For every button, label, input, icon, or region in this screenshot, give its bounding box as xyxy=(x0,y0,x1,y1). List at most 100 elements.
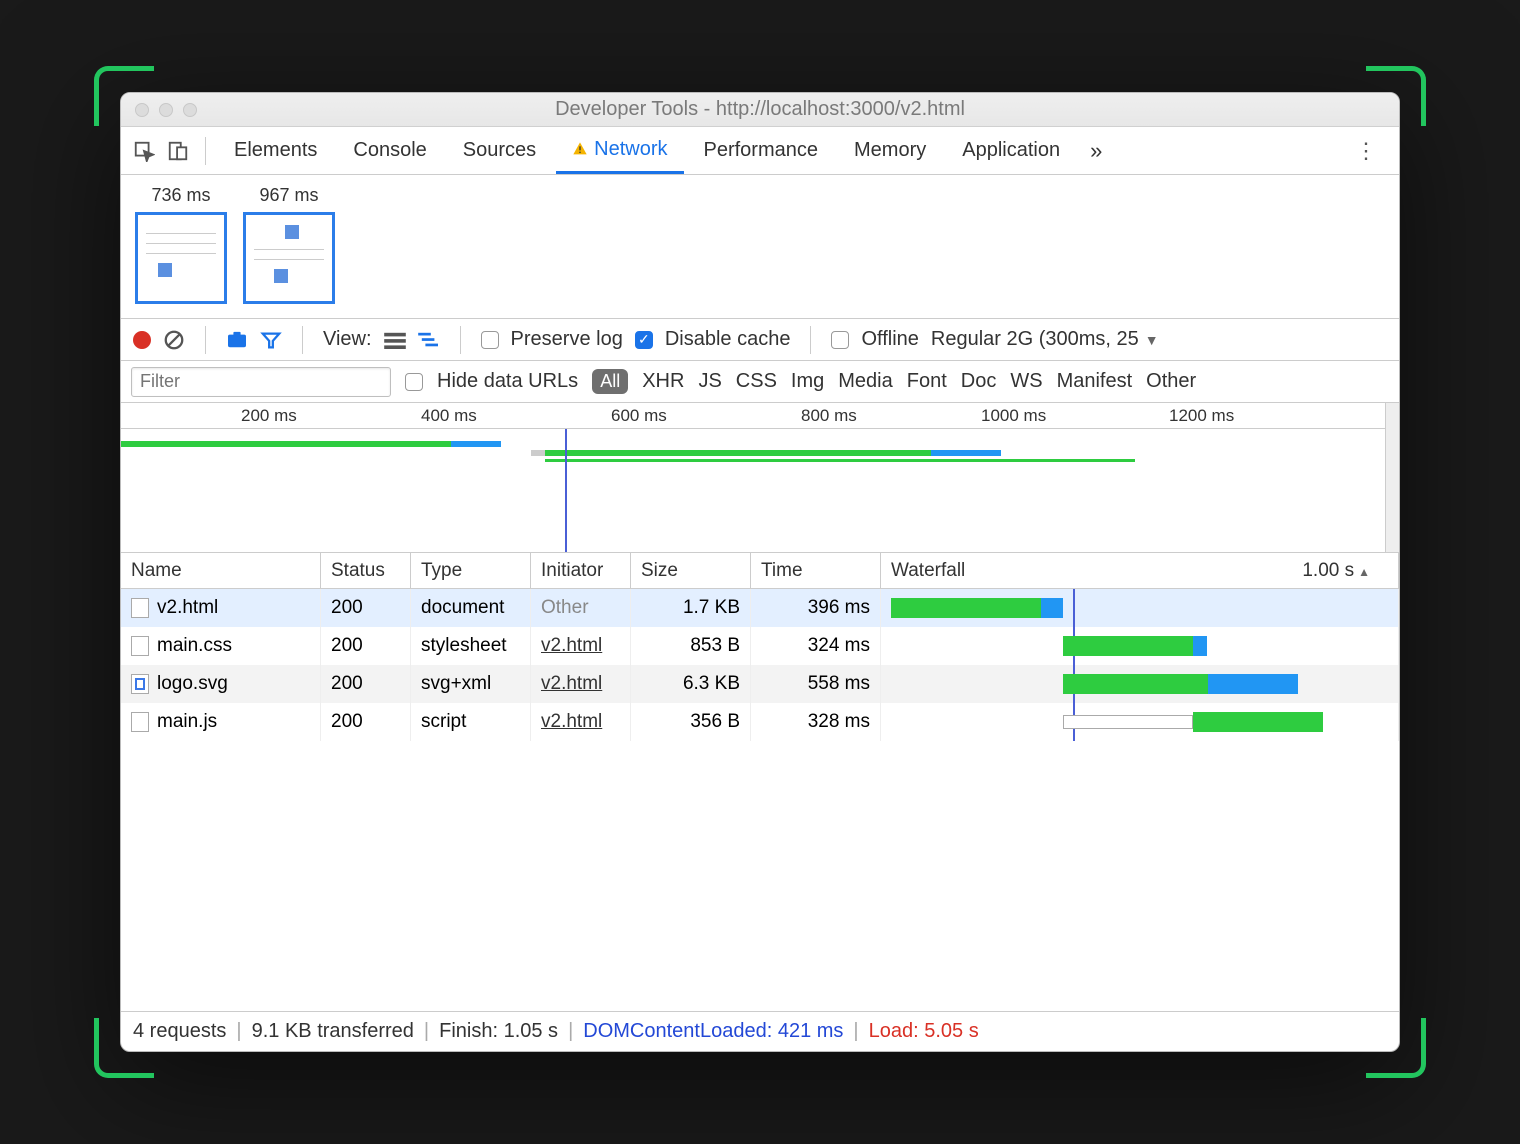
large-rows-icon[interactable] xyxy=(384,329,406,351)
requests-table-header: Name Status Type Initiator Size Time Wat… xyxy=(121,553,1399,589)
filmstrip-frame[interactable]: 967 ms xyxy=(243,185,335,304)
overview-bar xyxy=(545,450,835,456)
overview-timeline[interactable]: 200 ms 400 ms 600 ms 800 ms 1000 ms 1200… xyxy=(121,403,1399,553)
tabs-overflow-button[interactable]: » xyxy=(1080,138,1112,164)
col-time[interactable]: Time xyxy=(751,553,881,588)
table-row[interactable]: v2.html 200 document Other 1.7 KB 396 ms xyxy=(121,589,1399,627)
request-initiator[interactable]: v2.html xyxy=(541,635,602,657)
devtools-menu-button[interactable]: ⋮ xyxy=(1341,138,1391,164)
request-status: 200 xyxy=(331,635,363,657)
device-toolbar-icon[interactable] xyxy=(163,136,193,166)
request-status: 200 xyxy=(331,711,363,733)
waterfall-bar xyxy=(1193,712,1323,732)
request-initiator[interactable]: v2.html xyxy=(541,711,602,733)
col-status[interactable]: Status xyxy=(321,553,411,588)
status-load: Load: 5.05 s xyxy=(869,1020,979,1043)
request-name: main.js xyxy=(157,711,217,733)
tab-network[interactable]: Network xyxy=(556,127,683,174)
request-initiator[interactable]: v2.html xyxy=(541,673,602,695)
col-name[interactable]: Name xyxy=(121,553,321,588)
request-size: 1.7 KB xyxy=(683,597,740,619)
filter-ws[interactable]: WS xyxy=(1010,370,1042,393)
table-row[interactable]: main.css 200 stylesheet v2.html 853 B 32… xyxy=(121,627,1399,665)
filmstrip-frame[interactable]: 736 ms xyxy=(135,185,227,304)
request-type: stylesheet xyxy=(421,635,507,657)
status-bar: 4 requests | 9.1 KB transferred | Finish… xyxy=(121,1011,1399,1051)
request-name: v2.html xyxy=(157,597,218,619)
divider xyxy=(460,326,461,354)
request-time: 328 ms xyxy=(808,711,870,733)
tab-console[interactable]: Console xyxy=(337,127,442,174)
filter-all-pill[interactable]: All xyxy=(592,369,628,394)
throttling-select[interactable]: Regular 2G (300ms, 25 ▼ xyxy=(931,328,1159,351)
frame-thumbnail xyxy=(135,212,227,304)
request-type: document xyxy=(421,597,504,619)
offline-checkbox[interactable] xyxy=(831,331,849,349)
hide-data-urls-checkbox[interactable] xyxy=(405,373,423,391)
ruler-tick: 1200 ms xyxy=(1169,406,1234,426)
col-size[interactable]: Size xyxy=(631,553,751,588)
tab-performance[interactable]: Performance xyxy=(688,127,835,174)
filter-media[interactable]: Media xyxy=(838,370,892,393)
waterfall-bar xyxy=(1063,636,1193,656)
overview-bar xyxy=(931,450,1001,456)
filter-icon[interactable] xyxy=(260,329,282,351)
request-type: script xyxy=(421,711,466,733)
tab-label: Network xyxy=(594,138,667,161)
divider: | xyxy=(424,1020,429,1043)
overview-bar xyxy=(121,441,451,447)
frame-thumbnail xyxy=(243,212,335,304)
col-type[interactable]: Type xyxy=(411,553,531,588)
file-icon xyxy=(131,712,149,732)
filter-img[interactable]: Img xyxy=(791,370,824,393)
disable-cache-label: Disable cache xyxy=(665,328,791,351)
request-size: 356 B xyxy=(690,711,740,733)
waterfall-bar xyxy=(1041,598,1063,618)
tab-memory[interactable]: Memory xyxy=(838,127,942,174)
file-icon xyxy=(131,598,149,618)
request-status: 200 xyxy=(331,673,363,695)
file-icon xyxy=(131,674,149,694)
record-button[interactable] xyxy=(133,331,151,349)
tab-label: Application xyxy=(962,139,1060,162)
devtools-window: Developer Tools - http://localhost:3000/… xyxy=(120,92,1400,1052)
offline-label: Offline xyxy=(861,328,918,351)
ruler-tick: 800 ms xyxy=(801,406,857,426)
waterfall-view-icon[interactable] xyxy=(418,329,440,351)
tab-sources[interactable]: Sources xyxy=(447,127,552,174)
clear-icon[interactable] xyxy=(163,329,185,351)
tab-application[interactable]: Application xyxy=(946,127,1076,174)
request-size: 853 B xyxy=(690,635,740,657)
divider xyxy=(205,326,206,354)
filter-font[interactable]: Font xyxy=(907,370,947,393)
preserve-log-checkbox[interactable] xyxy=(481,331,499,349)
request-time: 558 ms xyxy=(808,673,870,695)
col-initiator[interactable]: Initiator xyxy=(531,553,631,588)
filter-xhr[interactable]: XHR xyxy=(642,370,684,393)
table-row[interactable]: logo.svg 200 svg+xml v2.html 6.3 KB 558 … xyxy=(121,665,1399,703)
waterfall-bar xyxy=(1063,715,1193,729)
filter-other[interactable]: Other xyxy=(1146,370,1196,393)
table-row[interactable]: main.js 200 script v2.html 356 B 328 ms xyxy=(121,703,1399,741)
window-title: Developer Tools - http://localhost:3000/… xyxy=(121,98,1399,121)
preserve-log-label: Preserve log xyxy=(511,328,623,351)
sort-asc-icon: ▲ xyxy=(1358,565,1370,579)
status-finish: Finish: 1.05 s xyxy=(439,1020,558,1043)
filter-input[interactable] xyxy=(131,367,391,397)
capture-screenshots-icon[interactable] xyxy=(226,329,248,351)
disable-cache-checkbox[interactable]: ✓ xyxy=(635,331,653,349)
waterfall-bar xyxy=(1193,636,1207,656)
warning-icon xyxy=(572,141,588,157)
filter-manifest[interactable]: Manifest xyxy=(1057,370,1133,393)
inspect-element-icon[interactable] xyxy=(129,136,159,166)
tab-elements[interactable]: Elements xyxy=(218,127,333,174)
ruler-tick: 200 ms xyxy=(241,406,297,426)
filter-doc[interactable]: Doc xyxy=(961,370,997,393)
frame-time: 736 ms xyxy=(151,185,210,206)
filter-css[interactable]: CSS xyxy=(736,370,777,393)
filter-js[interactable]: JS xyxy=(698,370,721,393)
overview-scrollbar[interactable] xyxy=(1385,403,1399,552)
overview-cursor[interactable] xyxy=(565,429,567,552)
waterfall-bar xyxy=(1208,674,1298,694)
col-waterfall[interactable]: Waterfall 1.00 s▲ xyxy=(881,553,1399,588)
